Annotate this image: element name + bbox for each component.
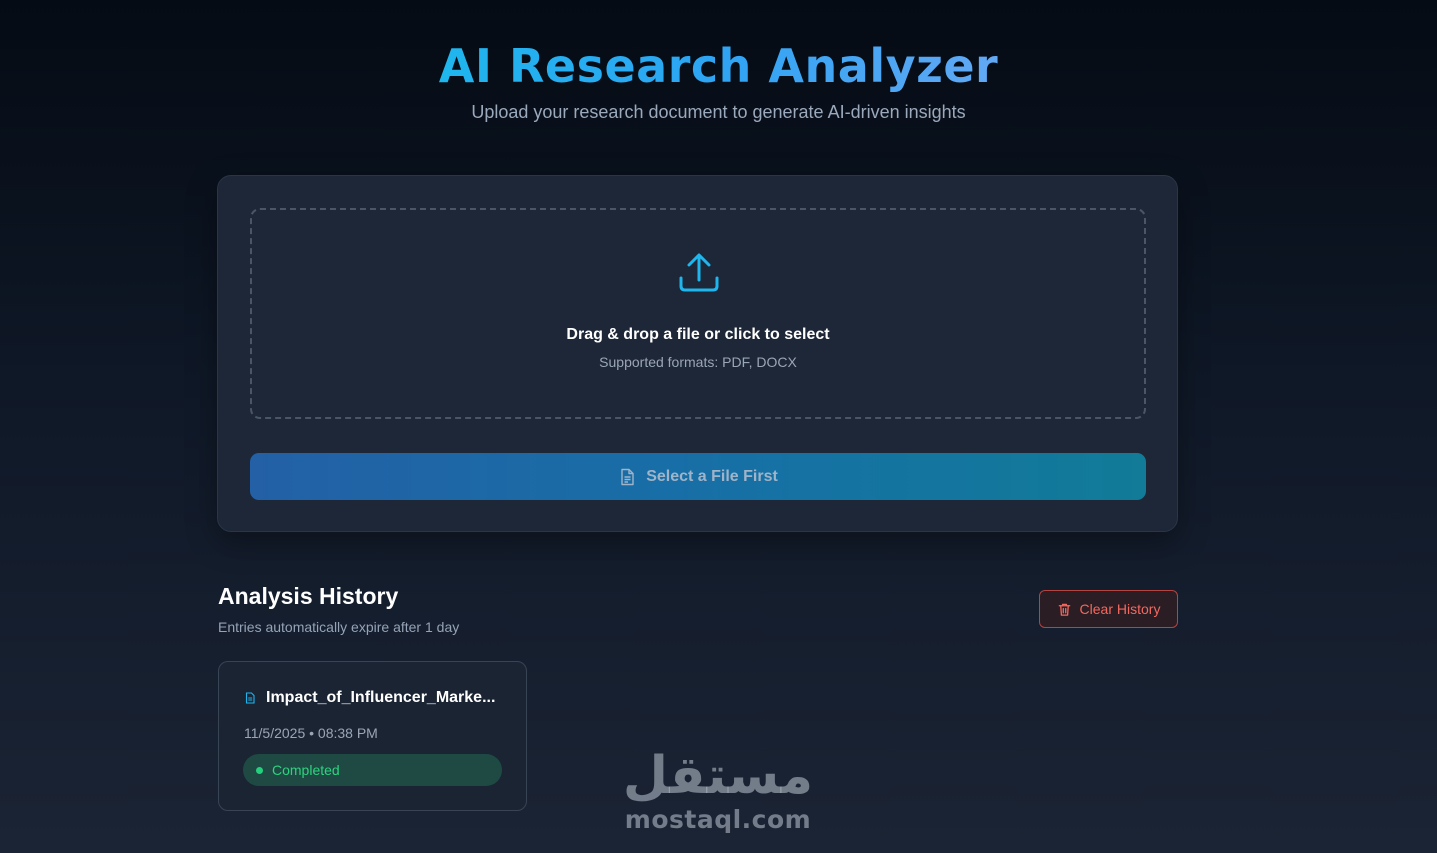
document-icon	[621, 468, 634, 485]
history-item[interactable]: Impact_of_Influencer_Marke... 11/5/2025 …	[218, 661, 527, 811]
page-title: AI Research Analyzer	[438, 39, 999, 93]
dropzone-title: Drag & drop a file or click to select	[566, 326, 830, 343]
analyze-button[interactable]: Select a File First	[250, 453, 1146, 500]
page-subtitle: Upload your research document to generat…	[471, 102, 966, 122]
supported-formats: Supported formats: PDF, DOCX	[599, 354, 797, 370]
history-timestamp: 11/5/2025 • 08:38 PM	[244, 725, 378, 741]
upload-card: Drag & drop a file or click to select Su…	[217, 175, 1178, 532]
history-file-row: Impact_of_Influencer_Marke...	[244, 689, 504, 707]
analyze-button-label: Select a File First	[646, 467, 778, 485]
watermark-latin: mostaql.com	[624, 805, 812, 834]
file-dropzone[interactable]: Drag & drop a file or click to select Su…	[250, 208, 1146, 419]
page-header: AI Research Analyzer Upload your researc…	[0, 38, 1437, 123]
mostaql-watermark: مستقل mostaql.com	[618, 745, 818, 833]
trash-icon	[1058, 603, 1070, 616]
status-dot-icon	[256, 766, 263, 774]
watermark-arabic: مستقل	[622, 746, 814, 806]
clear-history-label: Clear History	[1079, 601, 1161, 617]
history-title: Analysis History	[218, 583, 399, 609]
status-text: Completed	[272, 762, 340, 778]
clear-history-button[interactable]: Clear History	[1039, 590, 1178, 628]
history-filename: Impact_of_Influencer_Marke...	[266, 689, 496, 706]
history-subtitle: Entries automatically expire after 1 day	[218, 619, 460, 635]
status-badge: Completed	[243, 754, 502, 786]
upload-icon	[679, 253, 719, 292]
file-icon	[245, 692, 255, 704]
